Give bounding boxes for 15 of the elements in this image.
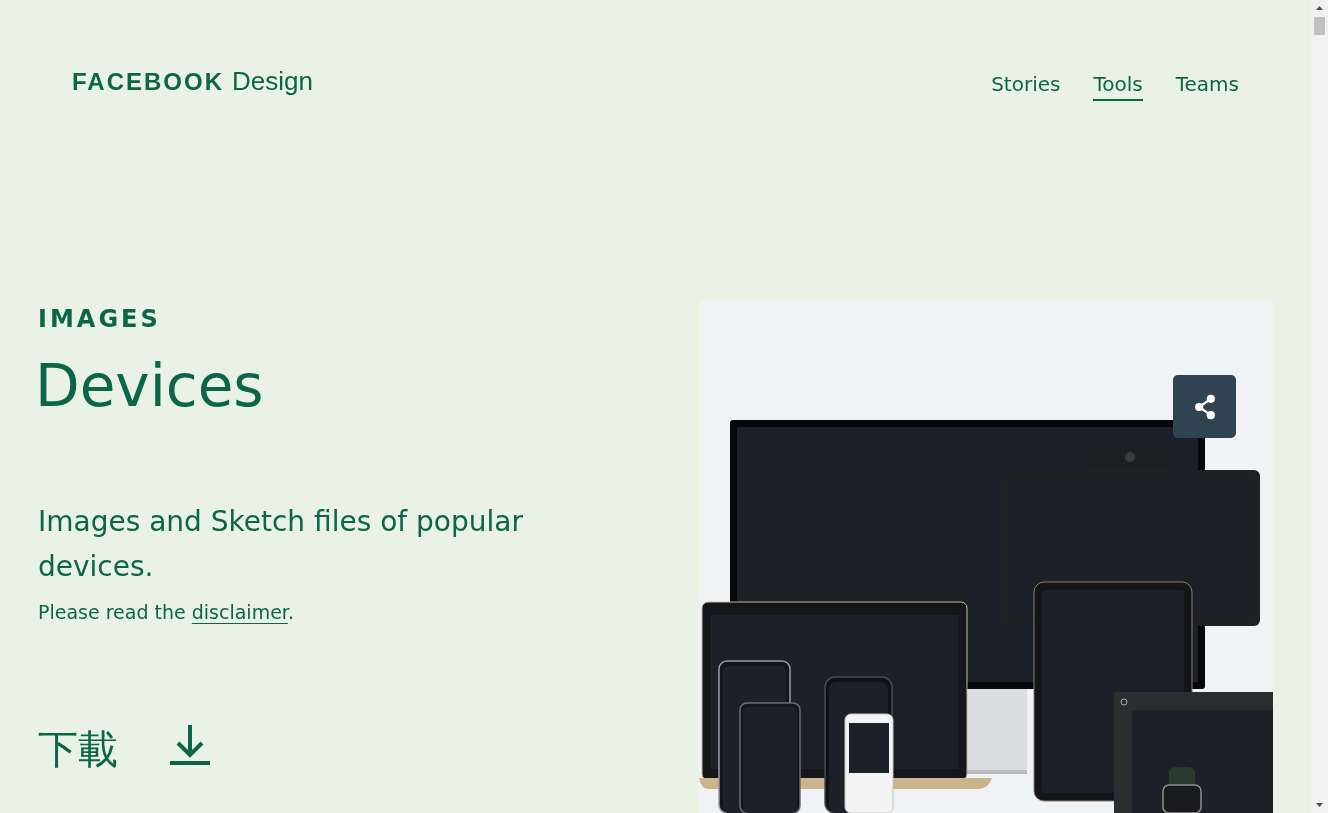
- page-title: Devices: [35, 355, 265, 419]
- brand-logo-wordmark[interactable]: FACEBOOK: [72, 67, 224, 96]
- brand-logo-suffix[interactable]: Design: [232, 65, 313, 97]
- category-label: IMAGES: [38, 305, 162, 333]
- description: Images and Sketch files of popular devices.: [38, 503, 524, 585]
- nav-link[interactable]: Stories: [991, 71, 1061, 101]
- nav-link[interactable]: Tools: [1093, 71, 1143, 101]
- scrollbar-thumb[interactable]: [1314, 17, 1325, 35]
- scrollbar[interactable]: [1311, 0, 1328, 813]
- share-button[interactable]: [1173, 375, 1236, 438]
- download-label: 下載: [38, 728, 118, 769]
- disclaimer-note: Please read the disclaimer.: [38, 600, 295, 623]
- disclaimer-link[interactable]: disclaimer: [191, 600, 288, 623]
- nav-link[interactable]: Teams: [1175, 71, 1239, 101]
- download-icon[interactable]: [170, 722, 210, 767]
